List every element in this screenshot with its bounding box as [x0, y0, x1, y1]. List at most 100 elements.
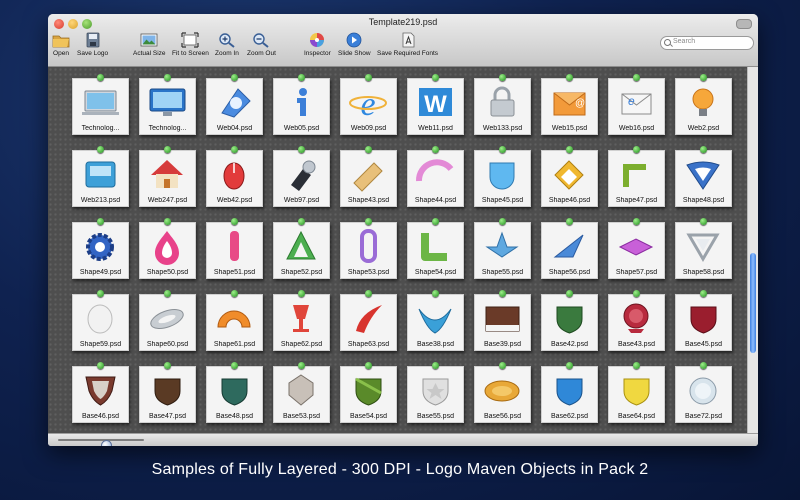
- thumbnail-card[interactable]: e Web16.psd: [608, 74, 665, 135]
- zoom-slider[interactable]: [58, 439, 144, 446]
- slide-show-button[interactable]: Slide Show: [338, 32, 371, 57]
- thumbnail-card[interactable]: Shape49.psd: [72, 218, 129, 279]
- pushpin-icon: [365, 146, 372, 153]
- thumbnail-card[interactable]: Base55.psd: [407, 362, 464, 423]
- thumbnail-card[interactable]: Shape56.psd: [541, 218, 598, 279]
- save-required-fonts-button[interactable]: Save Required Fonts: [377, 32, 438, 57]
- thumbnail-card[interactable]: Shape53.psd: [340, 218, 397, 279]
- zoom-in-button[interactable]: Zoom In: [215, 32, 239, 57]
- logo-thumbnail: [554, 160, 584, 190]
- thumbnail-card[interactable]: Shape63.psd: [340, 290, 397, 351]
- thumbnail-card[interactable]: Shape55.psd: [474, 218, 531, 279]
- file-name-label: Web04.psd: [216, 125, 253, 132]
- logo-thumbnail: [686, 161, 720, 190]
- thumbnail-card[interactable]: W Web11.psd: [407, 74, 464, 135]
- thumbnail-card[interactable]: Technolog...: [72, 74, 129, 135]
- file-name-label: Web213.psd: [80, 197, 121, 204]
- logo-thumbnail: [556, 306, 583, 334]
- search-input[interactable]: Search: [660, 36, 754, 50]
- thumbnail-card[interactable]: Base47.psd: [139, 362, 196, 423]
- vertical-scrollbar[interactable]: [747, 67, 758, 434]
- pushpin-icon: [365, 290, 372, 297]
- file-name-label: Base45.psd: [685, 341, 722, 348]
- thumbnail-card[interactable]: Shape58.psd: [675, 218, 732, 279]
- thumbnail-card[interactable]: e Web09.psd: [340, 74, 397, 135]
- thumbnail-card[interactable]: Shape48.psd: [675, 146, 732, 207]
- thumbnail-card[interactable]: Shape59.psd: [72, 290, 129, 351]
- logo-thumbnail: [356, 305, 382, 333]
- open-button[interactable]: Open: [52, 32, 70, 57]
- thumbnail-card[interactable]: Base53.psd: [273, 362, 330, 423]
- pushpin-icon: [499, 146, 506, 153]
- scrollbar-thumb[interactable]: [750, 253, 756, 353]
- thumbnail-card[interactable]: Base62.psd: [541, 362, 598, 423]
- thumbnail-card[interactable]: Shape44.psd: [407, 146, 464, 207]
- zoom-out-label: Zoom Out: [247, 50, 276, 57]
- logo-thumbnail: [485, 306, 520, 332]
- thumbnail-card[interactable]: Technolog...: [139, 74, 196, 135]
- thumbnail-card[interactable]: Shape52.psd: [273, 218, 330, 279]
- folder-icon: [52, 32, 70, 48]
- svg-text:e: e: [628, 94, 635, 108]
- thumbnail-card[interactable]: Web247.psd: [139, 146, 196, 207]
- zoom-slider-knob[interactable]: [100, 440, 112, 446]
- pushpin-icon: [365, 74, 372, 81]
- pushpin-icon: [700, 290, 707, 297]
- thumbnail-card[interactable]: Shape50.psd: [139, 218, 196, 279]
- thumbnail-card[interactable]: Base39.psd: [474, 290, 531, 351]
- thumbnail-card[interactable]: Shape61.psd: [206, 290, 263, 351]
- logo-thumbnail: [221, 88, 251, 118]
- thumbnail-card[interactable]: Web2.psd: [675, 74, 732, 135]
- fit-to-screen-button[interactable]: Fit to Screen: [172, 32, 209, 57]
- thumbnail-card[interactable]: Shape43.psd: [340, 146, 397, 207]
- logo-thumbnail: [230, 231, 239, 261]
- pushpin-icon: [298, 146, 305, 153]
- pushpin-icon: [633, 218, 640, 225]
- thumbnail-card[interactable]: Web04.psd: [206, 74, 263, 135]
- thumbnail-card[interactable]: Web05.psd: [273, 74, 330, 135]
- thumbnail-card[interactable]: Shape62.psd: [273, 290, 330, 351]
- thumbnail-card[interactable]: Base48.psd: [206, 362, 263, 423]
- pushpin-icon: [164, 290, 171, 297]
- open-label: Open: [53, 50, 69, 57]
- thumbnail-card[interactable]: Web97.psd: [273, 146, 330, 207]
- thumbnail-card[interactable]: Base46.psd: [72, 362, 129, 423]
- logo-thumbnail: [553, 234, 584, 258]
- thumbnail-card[interactable]: Web42.psd: [206, 146, 263, 207]
- thumbnail-card[interactable]: Web133.psd: [474, 74, 531, 135]
- thumbnail-card[interactable]: Base38.psd: [407, 290, 464, 351]
- file-name-label: Shape57.psd: [615, 269, 658, 276]
- search-placeholder: Search: [673, 38, 696, 45]
- thumbnail-card[interactable]: Shape60.psd: [139, 290, 196, 351]
- actual-size-button[interactable]: Actual Size: [133, 32, 166, 57]
- thumbnail-card[interactable]: Base72.psd: [675, 362, 732, 423]
- thumbnail-card[interactable]: Base64.psd: [608, 362, 665, 423]
- logo-thumbnail: [484, 380, 520, 402]
- thumbnail-card[interactable]: Shape46.psd: [541, 146, 598, 207]
- thumbnail-card[interactable]: Shape54.psd: [407, 218, 464, 279]
- thumbnail-card[interactable]: Shape51.psd: [206, 218, 263, 279]
- save-logo-button[interactable]: Save Logo: [77, 32, 108, 57]
- thumbnail-card[interactable]: Shape57.psd: [608, 218, 665, 279]
- logo-thumbnail: [490, 86, 515, 117]
- logo-thumbnail: [690, 306, 717, 334]
- file-name-label: Shape62.psd: [280, 341, 323, 348]
- file-name-label: Base72.psd: [685, 413, 722, 420]
- thumbnail-card[interactable]: @ Web15.psd: [541, 74, 598, 135]
- thumbnail-card[interactable]: Base45.psd: [675, 290, 732, 351]
- thumbnail-card[interactable]: Base54.psd: [340, 362, 397, 423]
- thumbnail-card[interactable]: Shape47.psd: [608, 146, 665, 207]
- logo-thumbnail: [418, 308, 452, 334]
- logo-thumbnail: [623, 378, 650, 406]
- logo-thumbnail: e: [349, 86, 387, 121]
- thumbnail-card[interactable]: Base43.psd: [608, 290, 665, 351]
- pushpin-icon: [432, 218, 439, 225]
- inspector-button[interactable]: Inspector: [304, 32, 331, 57]
- file-name-label: Base56.psd: [484, 413, 521, 420]
- thumbnail-card[interactable]: Base56.psd: [474, 362, 531, 423]
- thumbnail-card[interactable]: Web213.psd: [72, 146, 129, 207]
- pushpin-icon: [700, 74, 707, 81]
- thumbnail-card[interactable]: Shape45.psd: [474, 146, 531, 207]
- thumbnail-card[interactable]: Base42.psd: [541, 290, 598, 351]
- zoom-out-button[interactable]: Zoom Out: [247, 32, 276, 57]
